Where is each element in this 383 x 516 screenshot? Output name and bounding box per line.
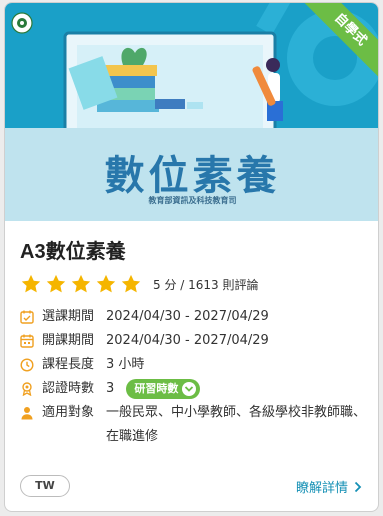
star-icon: [96, 274, 116, 293]
course-info: 選課期間 2024/04/30 - 2027/04/29 開課期間 2024/0…: [20, 305, 370, 449]
chevron-down-icon: [182, 381, 197, 396]
info-value: 2024/04/30 - 2027/04/29: [106, 309, 269, 324]
learn-more-link[interactable]: 瞭解詳情: [296, 477, 362, 496]
self-paced-ribbon: 自學式: [300, 3, 378, 83]
info-value: 2024/04/30 - 2027/04/29: [106, 333, 269, 348]
info-label: 課程長度: [42, 357, 95, 372]
user-icon: [21, 407, 33, 420]
study-hours-dropdown[interactable]: 研習時數: [126, 378, 201, 399]
course-title[interactable]: A3數位素養: [20, 235, 126, 264]
star-icon: [21, 274, 41, 293]
info-label: 開課期間: [42, 333, 95, 348]
star-icon: [121, 274, 141, 293]
learn-more-label: 瞭解詳情: [295, 481, 348, 496]
info-row-course-length: 課程長度 3 小時: [20, 353, 370, 377]
region-tag: TW: [20, 475, 70, 497]
course-banner-image[interactable]: 自學式 數位素養 教育部資訊及科技教育司: [5, 3, 378, 221]
study-hours-label: 研習時數: [134, 381, 179, 395]
rating-text: 5 分 / 1613 則評論: [153, 277, 259, 292]
calendar-icon: [20, 334, 34, 348]
calendar-check-icon: [20, 310, 34, 324]
star-icon: [71, 274, 91, 293]
info-value-wrap: 3 研習時數: [106, 377, 370, 401]
banner-illustration: 自學式: [5, 3, 378, 128]
info-row-enrollment-period: 選課期間 2024/04/30 - 2027/04/29: [20, 305, 370, 329]
info-row-course-period: 開課期間 2024/04/30 - 2027/04/29: [20, 329, 370, 353]
info-value: 3: [106, 381, 115, 396]
info-value: 一般民眾、中小學教師、各級學校非教師職、在職進修: [106, 405, 367, 444]
moe-seal-icon: [11, 12, 33, 34]
info-row-target-audience: 適用對象 一般民眾、中小學教師、各級學校非教師職、在職進修: [20, 401, 370, 449]
info-label: 適用對象: [42, 405, 95, 420]
banner-title: 數位素養: [104, 152, 281, 199]
star-icon: [46, 274, 66, 293]
award-icon: [22, 382, 32, 396]
banner-subtitle: 教育部資訊及科技教育司: [148, 196, 237, 205]
clock-icon: [20, 358, 34, 372]
course-card[interactable]: 自學式 數位素養 教育部資訊及科技教育司 A3數位素養 5 分 / 1613 則…: [4, 2, 379, 512]
info-row-certified-hours: 認證時數 3 研習時數: [20, 377, 370, 401]
info-value: 3 小時: [106, 357, 145, 372]
chevron-right-icon: [354, 481, 362, 492]
info-label: 選課期間: [42, 309, 95, 324]
self-paced-ribbon-label: 自學式: [300, 3, 378, 82]
info-label: 認證時數: [42, 381, 95, 396]
rating: 5 分 / 1613 則評論: [20, 271, 258, 297]
